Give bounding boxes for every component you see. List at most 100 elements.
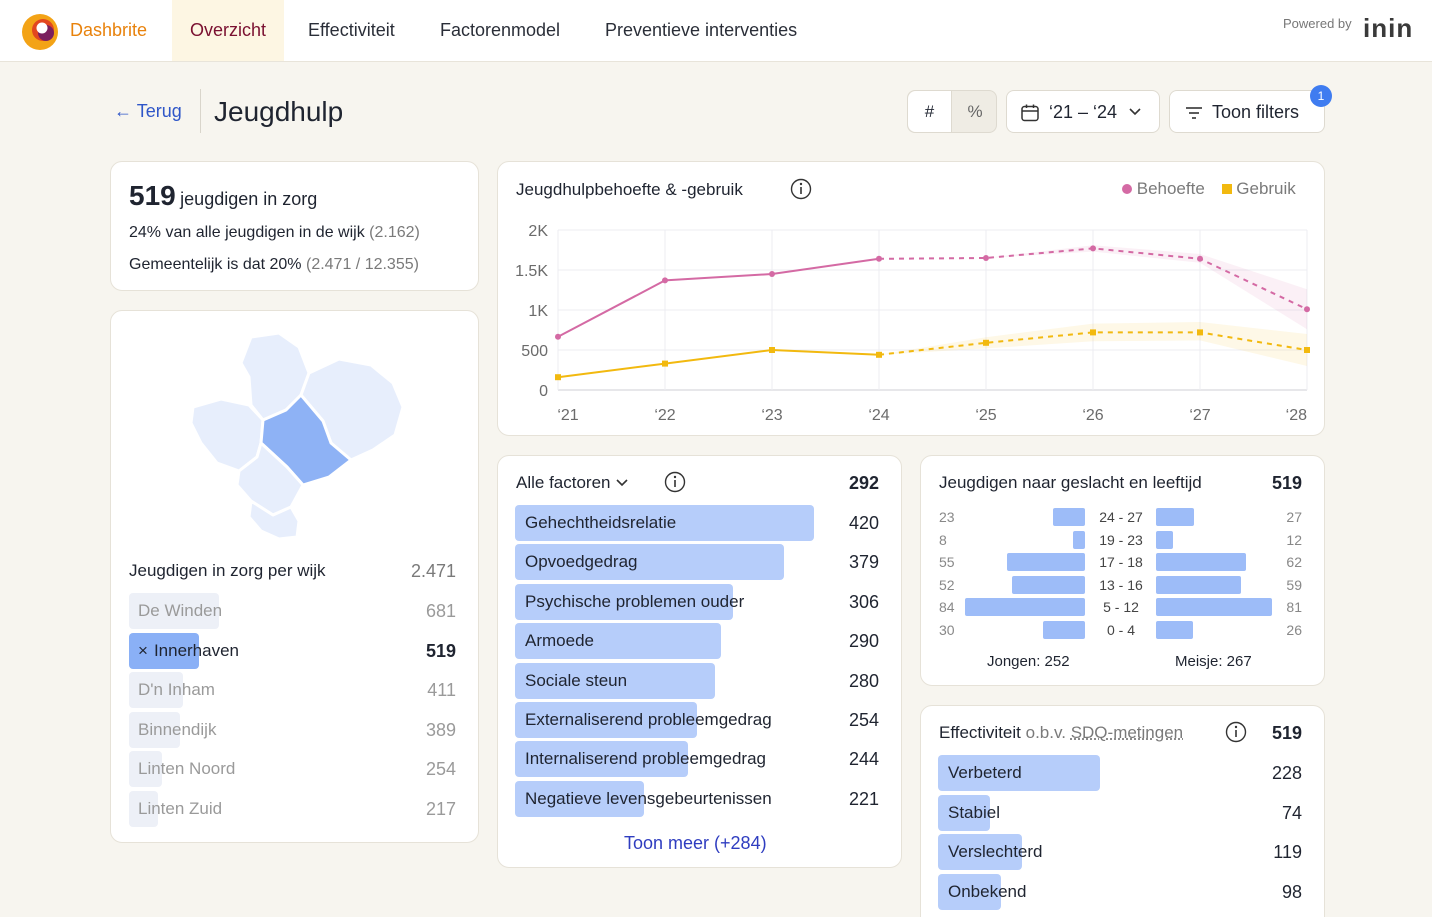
back-label: Terug — [137, 101, 182, 121]
effect-label[interactable]: Verbeterd — [948, 763, 1022, 783]
y-tick-label: 0 — [539, 383, 548, 400]
wijk-item-1[interactable]: × Innerhaven — [138, 641, 239, 661]
pyramid-girls-count: 12 — [1286, 532, 1302, 548]
page-title: Jeugdhulp — [214, 96, 343, 128]
tab-factorenmodel[interactable]: Factorenmodel — [422, 0, 578, 61]
effect-label[interactable]: Stabiel — [948, 803, 1000, 823]
wijk-total: 2.471 — [411, 561, 456, 582]
neighbourhood-share-total: (2.162) — [369, 224, 420, 241]
pyramid-girls-count: 81 — [1286, 599, 1302, 615]
toggle-absolute[interactable]: # — [908, 91, 952, 132]
factor-value: 306 — [849, 592, 879, 613]
x-tick-label: ‘23 — [761, 407, 782, 424]
wijk-item-0[interactable]: De Winden — [138, 601, 222, 621]
wijk-item-label: Linten Zuid — [138, 799, 222, 818]
data-point-gebruik — [769, 347, 775, 353]
wijk-item-5[interactable]: Linten Zuid — [138, 799, 222, 819]
line-chart: 05001K1.5K2K‘21 ‘22 ‘23 ‘24 ‘25 ‘26 ‘27 ‘28 — [498, 162, 1324, 435]
data-point-behoefte — [662, 277, 668, 283]
factor-label[interactable]: Armoede — [525, 631, 594, 651]
data-point-behoefte — [555, 334, 561, 340]
pyramid-girls-bar — [1156, 621, 1193, 639]
pyramid-title: Jeugdigen naar geslacht en leeftijd — [939, 473, 1202, 493]
factors-total: 292 — [849, 473, 879, 494]
factor-value: 290 — [849, 631, 879, 652]
girls-total: Meisje: 267 — [1175, 653, 1252, 670]
pyramid-age-label: 17 - 18 — [1085, 554, 1157, 570]
show-more-link[interactable]: Toon meer (+284) — [624, 833, 767, 854]
back-link[interactable]: ← Terug — [114, 101, 182, 122]
pyramid-boys-bar — [1073, 531, 1085, 549]
pyramid-boys-count: 8 — [939, 532, 947, 548]
pyramid-girls-bar — [1156, 576, 1241, 594]
pyramid-girls-bar — [1156, 553, 1246, 571]
show-filters-button[interactable]: Toon filters — [1169, 90, 1325, 133]
wijk-item-3[interactable]: Binnendijk — [138, 720, 216, 740]
summary-card: 519 jeugdigen in zorg 24% van alle jeugd… — [110, 161, 479, 291]
factor-label[interactable]: Psychische problemen ouder — [525, 592, 744, 612]
pyramid-boys-count: 52 — [939, 577, 955, 593]
data-point-behoefte — [983, 255, 989, 261]
data-point-gebruik — [662, 361, 668, 367]
tab-overzicht[interactable]: Overzicht — [172, 0, 284, 61]
youth-in-care-label: jeugdigen in zorg — [180, 189, 317, 209]
factor-label[interactable]: Internaliserend probleemgedrag — [525, 749, 766, 769]
pyramid-boys-count: 30 — [939, 622, 955, 638]
youth-in-care-count: 519 — [129, 180, 176, 211]
y-tick-label: 500 — [521, 343, 548, 360]
info-icon[interactable] — [1225, 721, 1247, 743]
factor-label[interactable]: Negatieve levensgebeurtenissen — [525, 789, 772, 809]
pyramid-age-label: 19 - 23 — [1085, 532, 1157, 548]
y-tick-label: 1K — [528, 303, 548, 320]
arrow-left-icon: ← — [114, 101, 132, 121]
chevron-down-icon — [615, 478, 629, 488]
calendar-icon — [1020, 103, 1040, 123]
factor-label[interactable]: Opvoedgedrag — [525, 552, 637, 572]
pyramid-girls-bar — [1156, 598, 1272, 616]
x-tick-label: ‘24 — [868, 407, 889, 424]
pyramid-boys-bar — [965, 598, 1085, 616]
data-point-gebruik — [1304, 347, 1310, 353]
date-range-button[interactable]: ‘21 – ‘24 — [1006, 90, 1160, 133]
wijk-item-2[interactable]: D'n Inham — [138, 680, 215, 700]
wijk-item-value: 411 — [427, 680, 456, 701]
tab-preventieve-interventies[interactable]: Preventieve interventies — [587, 0, 815, 61]
wijk-item-value: 681 — [426, 601, 456, 622]
factor-label[interactable]: Sociale steun — [525, 671, 627, 691]
factors-card: Alle factoren 292 Gehechtheidsrelatie 420… — [497, 455, 902, 868]
wijk-item-4[interactable]: Linten Noord — [138, 759, 235, 779]
effect-label[interactable]: Onbekend — [948, 882, 1026, 902]
demand-usage-chart-card: Jeugdhulpbehoefte & -gebruik Behoefte Ge… — [497, 161, 1325, 436]
sdq-link[interactable]: SDQ-metingen — [1071, 723, 1183, 742]
series-line-gebruik — [558, 350, 879, 377]
pyramid-age-label: 24 - 27 — [1085, 509, 1157, 525]
tab-effectiviteit[interactable]: Effectiviteit — [290, 0, 413, 61]
factor-label[interactable]: Externaliserend probleemgedrag — [525, 710, 772, 730]
partner-logo[interactable]: inin — [1363, 13, 1413, 44]
header-divider — [200, 89, 201, 133]
effect-label[interactable]: Verslechterd — [948, 842, 1043, 862]
wijk-item-value: 519 — [426, 641, 456, 662]
show-filters-label: Toon filters — [1212, 102, 1299, 123]
municipal-share-total: (2.471 / 12.355) — [306, 256, 419, 273]
pyramid-boys-count: 55 — [939, 554, 955, 570]
data-point-behoefte — [1304, 306, 1310, 312]
factors-title: Alle factoren — [516, 473, 611, 492]
wijk-item-value: 217 — [426, 799, 456, 820]
neighbourhood-share: 24% van alle jeugdigen in de wijk (2.162… — [129, 224, 420, 242]
toggle-percentage[interactable]: % — [953, 91, 997, 132]
pyramid-boys-bar — [1012, 576, 1085, 594]
remove-selection-icon[interactable]: × — [138, 641, 148, 660]
factors-dropdown[interactable]: Alle factoren — [516, 473, 629, 493]
wijk-card: Jeugdigen in zorg per wijk 2.471 De Wind… — [110, 310, 479, 843]
effect-value: 119 — [1273, 842, 1302, 863]
brand-name[interactable]: Dashbrite — [70, 20, 147, 41]
effectiveness-card: Effectiviteit o.b.v. SDQ-metingen 519 Ve… — [920, 705, 1325, 917]
data-point-gebruik — [555, 374, 561, 380]
factor-label[interactable]: Gehechtheidsrelatie — [525, 513, 676, 533]
pyramid-boys-bar — [1053, 508, 1085, 526]
effectiveness-title: Effectiviteit — [939, 723, 1021, 742]
wijk-item-label: De Winden — [138, 601, 222, 620]
data-point-gebruik — [1197, 329, 1203, 335]
info-icon[interactable] — [664, 471, 686, 493]
